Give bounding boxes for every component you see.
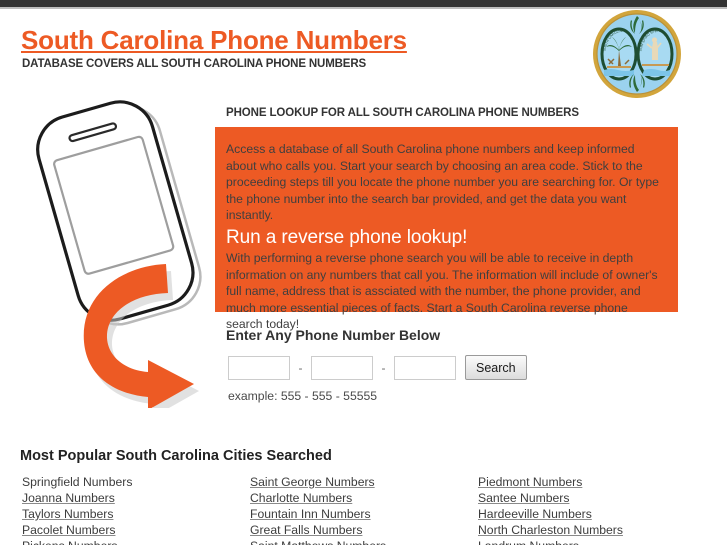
cities-column-2: Saint George Numbers Charlotte Numbers F… [250, 474, 386, 545]
line-number-input[interactable] [394, 355, 456, 380]
city-link[interactable]: North Charleston Numbers [478, 522, 623, 538]
phone-illustration [18, 88, 236, 417]
city-link[interactable]: Hardeeville Numbers [478, 506, 623, 522]
city-link[interactable]: Charlotte Numbers [250, 490, 386, 506]
city-link[interactable]: Saint George Numbers [250, 474, 386, 490]
south-carolina-state-seal-icon: SOUTH CAROLINA DUM SPIRO SPERO [591, 8, 683, 100]
city-link[interactable]: Joanna Numbers [22, 490, 132, 506]
reverse-lookup-heading: Run a reverse phone lookup! [226, 226, 468, 248]
separator-dash-1: - [298, 360, 303, 375]
city-link[interactable]: Piedmont Numbers [478, 474, 623, 490]
info-panel: Access a database of all South Carolina … [215, 127, 678, 331]
cities-column-1: Springfield Numbers Joanna Numbers Taylo… [22, 474, 132, 545]
city-link[interactable]: Taylors Numbers [22, 506, 132, 522]
search-form-heading: Enter Any Phone Number Below [226, 327, 441, 343]
city-link[interactable]: Landrum Numbers [478, 538, 623, 545]
page-root: South Carolina Phone Numbers DATABASE CO… [0, 0, 727, 545]
lookup-heading: PHONE LOOKUP FOR ALL SOUTH CAROLINA PHON… [226, 107, 579, 119]
top-bar [0, 0, 727, 7]
area-code-input[interactable] [228, 355, 290, 380]
cities-column-3: Piedmont Numbers Santee Numbers Hardeevi… [478, 474, 623, 545]
city-link[interactable]: Saint Matthews Numbers [250, 538, 386, 545]
city-link[interactable]: Great Falls Numbers [250, 522, 386, 538]
city-link[interactable]: Springfield Numbers [22, 474, 132, 490]
popular-cities-list: Springfield Numbers Joanna Numbers Taylo… [0, 474, 727, 545]
site-tagline: DATABASE COVERS ALL SOUTH CAROLINA PHONE… [22, 58, 366, 70]
intro-paragraph: Access a database of all South Carolina … [226, 142, 659, 223]
popular-cities-heading: Most Popular South Carolina Cities Searc… [20, 448, 332, 464]
example-hint: example: 555 - 555 - 55555 [228, 389, 378, 403]
city-link[interactable]: Fountain Inn Numbers [250, 506, 386, 522]
reverse-lookup-paragraph: With performing a reverse phone search y… [226, 250, 658, 332]
prefix-input[interactable] [311, 355, 373, 380]
city-link[interactable]: Pacolet Numbers [22, 522, 132, 538]
separator-dash-2: - [381, 360, 386, 375]
search-button[interactable]: Search [465, 355, 527, 380]
city-link[interactable]: Pickens Numbers [22, 538, 132, 545]
site-title-link[interactable]: South Carolina Phone Numbers [21, 25, 407, 55]
phone-search-form: - - Search [228, 355, 527, 380]
city-link[interactable]: Santee Numbers [478, 490, 623, 506]
